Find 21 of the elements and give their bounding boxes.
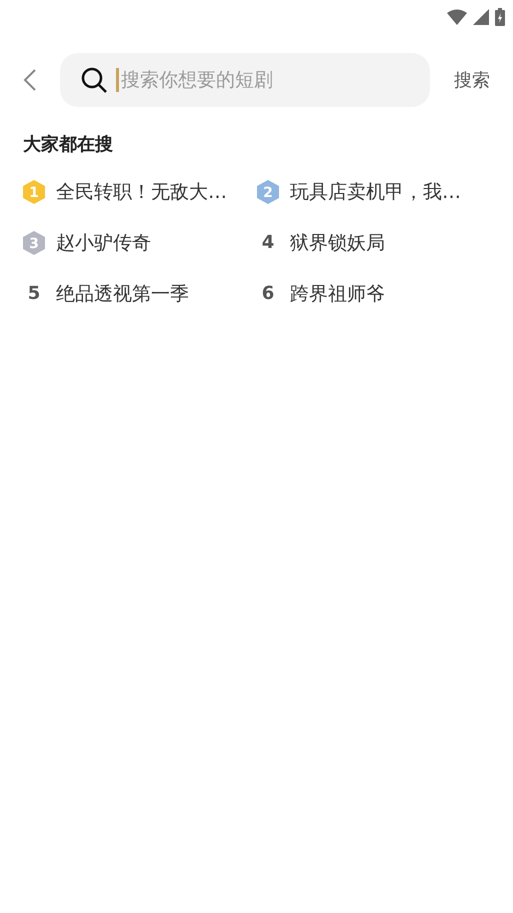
rank-number: 5 (26, 283, 42, 304)
search-button[interactable]: 搜索 (452, 64, 492, 96)
trending-search-link[interactable]: 跨界祖师爷 (290, 280, 385, 306)
trending-search-link[interactable]: 狱界锁妖局 (290, 230, 385, 256)
rank-number: 6 (260, 283, 276, 304)
wifi-icon (447, 9, 467, 25)
search-field[interactable]: 搜索你想要的短剧 (60, 53, 430, 107)
search-icon (80, 66, 108, 94)
rank-badge: 3 (22, 230, 46, 256)
signal-icon (473, 9, 489, 25)
trending-search-link[interactable]: 绝品透视第一季 (56, 280, 189, 306)
section-title: 大家都在搜 (23, 133, 114, 156)
rank-badge: 1 (22, 178, 46, 204)
rank-badge: 2 (256, 178, 280, 204)
rank-number: 4 (260, 232, 276, 253)
chevron-left-icon (23, 68, 37, 92)
trending-search-link[interactable]: 赵小驴传奇 (56, 230, 151, 256)
battery-icon (495, 8, 505, 26)
trending-search-link[interactable]: 全民转职！无敌大… (56, 178, 227, 204)
search-input[interactable]: 搜索你想要的短剧 (116, 68, 413, 92)
trending-search-link[interactable]: 玩具店卖机甲，我… (290, 178, 461, 204)
